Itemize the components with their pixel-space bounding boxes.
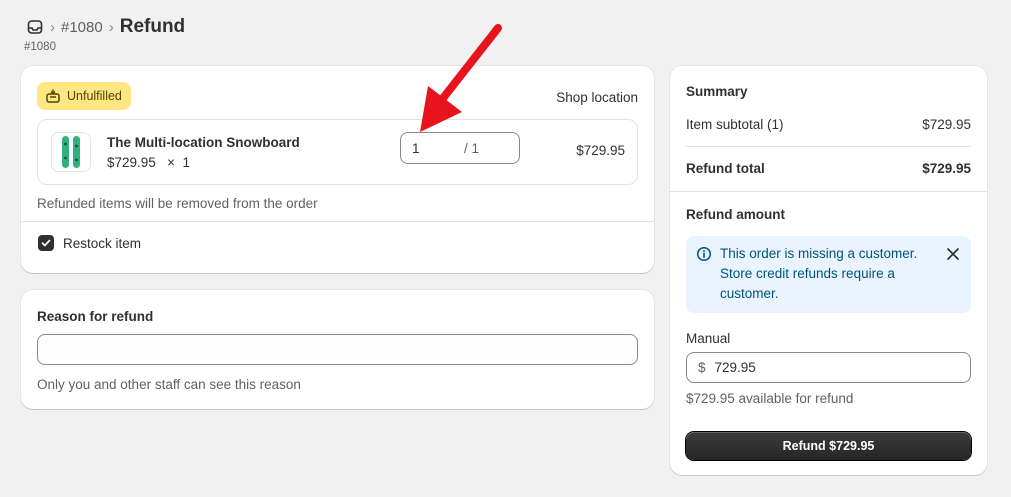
breadcrumb: › #1080 › Refund — [26, 16, 185, 38]
chevron-right-icon: › — [50, 18, 55, 36]
line-total: $729.95 — [576, 143, 625, 158]
refund-total-row: Refund total $729.95 — [686, 161, 971, 176]
subtotal-value: $729.95 — [922, 117, 971, 132]
manual-amount-value: 729.95 — [714, 360, 756, 375]
subtotal-row: Item subtotal (1) $729.95 — [686, 117, 971, 132]
banner-message: This order is missing a customer. Store … — [720, 246, 918, 301]
info-icon — [696, 246, 712, 262]
line-items-card: Unfulfilled Shop location The Multi-loca… — [21, 66, 654, 273]
product-price: $729.95 × 1 — [107, 155, 190, 170]
reason-card: Reason for refund Only you and other sta… — [21, 290, 654, 409]
refund-quantity-max: / 1 — [464, 141, 480, 156]
ordered-quantity: 1 — [182, 155, 190, 170]
manual-amount-input[interactable]: $ 729.95 — [686, 352, 971, 383]
refund-quantity-input[interactable]: 1 / 1 — [400, 132, 520, 164]
unfulfilled-icon — [46, 89, 60, 103]
page-title: Refund — [119, 16, 186, 37]
badge-label: Unfulfilled — [67, 89, 122, 103]
reason-help-text: Only you and other staff can see this re… — [37, 377, 301, 392]
unfulfilled-badge: Unfulfilled — [37, 82, 131, 110]
close-icon[interactable] — [945, 246, 961, 262]
subtotal-label: Item subtotal (1) — [686, 117, 784, 132]
times-sign: × — [167, 155, 175, 170]
currency-prefix: $ — [698, 360, 706, 375]
refund-quantity-value: 1 — [412, 141, 420, 156]
refund-button[interactable]: Refund $729.95 — [686, 432, 971, 460]
refund-note: Refunded items will be removed from the … — [37, 196, 318, 211]
product-thumbnail — [51, 132, 91, 172]
inbox-icon[interactable] — [26, 18, 44, 36]
divider — [21, 221, 654, 222]
breadcrumb-order-link[interactable]: #1080 — [61, 19, 103, 36]
refund-total-label: Refund total — [686, 161, 765, 176]
location-label: Shop location — [556, 90, 638, 105]
divider — [686, 146, 971, 147]
summary-title: Summary — [686, 84, 748, 99]
restock-label: Restock item — [63, 235, 142, 251]
restock-item-checkbox[interactable]: Restock item — [38, 235, 141, 251]
refund-total-value: $729.95 — [922, 161, 971, 176]
chevron-right-icon: › — [108, 18, 114, 36]
reason-input[interactable] — [37, 334, 638, 365]
check-icon[interactable] — [38, 235, 54, 251]
missing-customer-banner: This order is missing a customer. Store … — [686, 236, 971, 313]
reason-title: Reason for refund — [37, 309, 154, 324]
product-name[interactable]: The Multi-location Snowboard — [107, 135, 300, 150]
line-item: The Multi-location Snowboard $729.95 × 1… — [37, 119, 638, 185]
summary-card: Summary Item subtotal (1) $729.95 Refund… — [670, 66, 987, 475]
unit-price: $729.95 — [107, 155, 156, 170]
divider — [670, 191, 987, 192]
available-amount: $729.95 available for refund — [686, 391, 854, 406]
manual-label: Manual — [686, 331, 731, 346]
refund-amount-title: Refund amount — [686, 207, 785, 222]
order-subtitle: #1080 — [24, 41, 56, 53]
